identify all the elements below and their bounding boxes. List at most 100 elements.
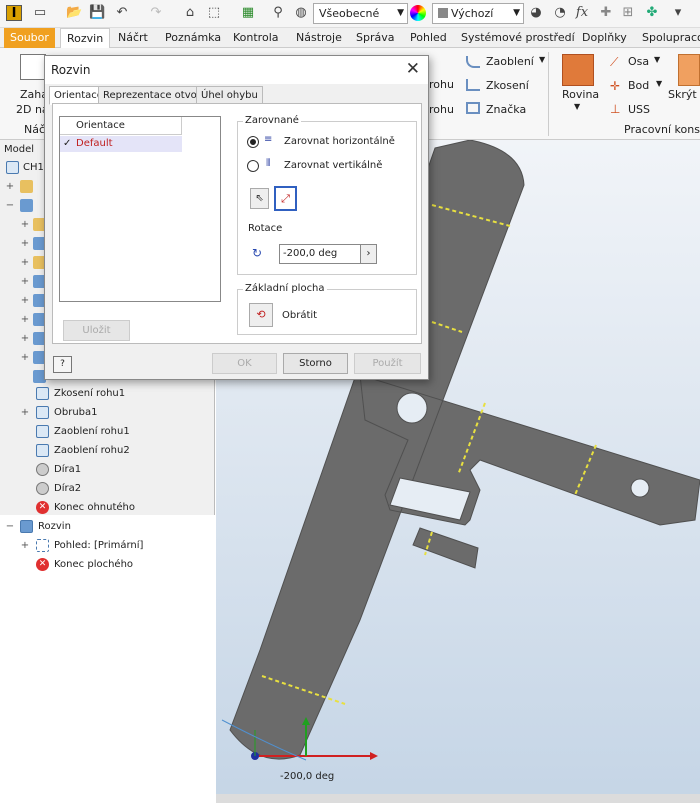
tab-bend-angle[interactable]: Úhel ohybu bbox=[196, 86, 263, 104]
cancel-button[interactable]: Storno bbox=[283, 353, 348, 374]
ribbon-partial-1[interactable]: rohu bbox=[429, 78, 454, 91]
tab-file[interactable]: Soubor bbox=[4, 28, 55, 48]
tab-collaborate[interactable]: Spolupracovat bbox=[636, 28, 700, 48]
point-icon[interactable]: ✛ bbox=[610, 79, 620, 93]
clear-appearance-icon[interactable]: ◔ bbox=[552, 5, 568, 21]
sketch-2d-icon[interactable] bbox=[20, 54, 46, 80]
rotation-input[interactable]: -200,0 deg › bbox=[279, 244, 377, 264]
collapse-icon[interactable]: − bbox=[5, 517, 15, 536]
ribbon-partial-2[interactable]: rohu bbox=[429, 103, 454, 116]
expand-icon[interactable]: + bbox=[20, 536, 30, 555]
orientation-list[interactable]: Orientace ✓ Default bbox=[59, 116, 221, 302]
align-vertical-radio[interactable] bbox=[247, 160, 259, 172]
axis-dropdown-icon[interactable]: ▼ bbox=[654, 55, 660, 64]
tab-inspect[interactable]: Kontrola bbox=[227, 28, 285, 48]
save-button[interactable]: Uložit bbox=[63, 320, 130, 341]
plane-icon[interactable] bbox=[562, 54, 594, 86]
material-ball-icon[interactable]: ◍ bbox=[293, 5, 309, 21]
expand-icon[interactable]: + bbox=[20, 329, 30, 348]
axis-button[interactable]: Osa bbox=[628, 55, 649, 68]
point-button[interactable]: Bod bbox=[628, 79, 649, 92]
select-edge-button[interactable]: ⇖ bbox=[250, 188, 269, 209]
mark-icon[interactable] bbox=[466, 102, 480, 114]
undo-icon[interactable]: ↶ bbox=[114, 5, 130, 21]
hide-icon[interactable] bbox=[678, 54, 700, 86]
expand-icon[interactable]: + bbox=[20, 291, 30, 310]
point-dropdown-icon[interactable]: ▼ bbox=[656, 79, 662, 88]
color-tool-icon[interactable]: ✤ bbox=[644, 5, 660, 21]
open-folder-icon[interactable]: 📂 bbox=[66, 5, 82, 21]
list-item[interactable]: Zkosení rohu1 bbox=[0, 384, 215, 403]
app-logo-icon[interactable]: I bbox=[6, 5, 22, 21]
tab-sketch[interactable]: Náčrt bbox=[112, 28, 154, 48]
chamfer-button[interactable]: Zkosení bbox=[486, 79, 529, 92]
tab-manage[interactable]: Správa bbox=[350, 28, 400, 48]
list-item[interactable]: ✕ Konec plochého bbox=[0, 555, 215, 574]
expand-icon[interactable]: + bbox=[20, 348, 30, 367]
expand-icon[interactable]: + bbox=[20, 234, 30, 253]
measure-icon[interactable]: ⚲ bbox=[270, 5, 286, 21]
chamfer-icon[interactable] bbox=[466, 79, 480, 91]
tab-annotate[interactable]: Poznámka bbox=[159, 28, 227, 48]
collapse-icon[interactable]: − bbox=[5, 196, 15, 215]
flange-feature-icon bbox=[36, 406, 49, 419]
add-icon[interactable]: ✚ bbox=[598, 5, 614, 21]
align-horizontal-icon: ≡ bbox=[264, 134, 273, 145]
list-item[interactable]: Zaoblení rohu1 bbox=[0, 422, 215, 441]
ucs-icon[interactable]: ⊥ bbox=[610, 102, 620, 116]
flip-direction-button[interactable]: ⤢ bbox=[274, 186, 297, 211]
fx-parameters-icon[interactable]: fx bbox=[574, 5, 590, 21]
new-file-icon[interactable]: ▭ bbox=[32, 5, 48, 21]
feature-label: Zaoblení rohu1 bbox=[54, 426, 130, 437]
close-icon[interactable]: ✕ bbox=[406, 59, 420, 79]
axis-icon[interactable]: ⟋ bbox=[610, 55, 618, 70]
list-item[interactable]: Zaoblení rohu2 bbox=[0, 441, 215, 460]
expand-icon[interactable]: + bbox=[20, 215, 30, 234]
list-item[interactable]: + Pohled: [Primární] bbox=[0, 536, 215, 555]
fillet-button[interactable]: Zaoblení bbox=[486, 55, 534, 68]
material-combo[interactable]: Výchozí ▼ bbox=[432, 3, 524, 24]
align-horizontal-radio[interactable] bbox=[247, 136, 259, 148]
rotation-arrow-icon[interactable]: › bbox=[360, 245, 376, 263]
redo-icon[interactable]: ↷ bbox=[148, 5, 164, 21]
tab-addins[interactable]: Doplňky bbox=[576, 28, 633, 48]
align-horizontal-label[interactable]: Zarovnat horizontálně bbox=[284, 136, 395, 147]
list-item[interactable]: + Obruba1 bbox=[0, 403, 215, 422]
align-vertical-label[interactable]: Zarovnat vertikálně bbox=[284, 160, 382, 171]
fillet-dropdown-icon[interactable]: ▼ bbox=[539, 55, 545, 64]
customize-icon[interactable]: ▾ bbox=[670, 5, 686, 21]
tab-view[interactable]: Pohled bbox=[404, 28, 453, 48]
expand-icon[interactable]: + bbox=[20, 253, 30, 272]
expand-icon[interactable]: + bbox=[20, 272, 30, 291]
list-item[interactable]: − Rozvin bbox=[0, 517, 215, 536]
appearance-combo[interactable]: Všeobecné ▼ bbox=[313, 3, 408, 24]
appearance-override-icon[interactable]: ◕ bbox=[528, 5, 544, 21]
help-button[interactable]: ? bbox=[53, 356, 72, 373]
tools-icon[interactable]: ⊞ bbox=[620, 5, 636, 21]
flip-base-face-button[interactable]: ⟲ bbox=[249, 303, 273, 327]
select-icon[interactable]: ⬚ bbox=[206, 5, 222, 21]
mark-button[interactable]: Značka bbox=[486, 103, 526, 116]
tab-environments[interactable]: Systémové prostředí bbox=[455, 28, 581, 48]
expand-icon[interactable]: + bbox=[20, 310, 30, 329]
plane-dropdown-icon[interactable]: ▼ bbox=[574, 102, 580, 111]
plane-button[interactable]: Rovina bbox=[562, 88, 599, 101]
save-icon[interactable]: 💾 bbox=[89, 5, 105, 21]
tab-tools[interactable]: Nástroje bbox=[290, 28, 348, 48]
color-wheel-icon[interactable] bbox=[410, 5, 426, 21]
ucs-button[interactable]: USS bbox=[628, 103, 650, 116]
list-item[interactable]: Díra1 bbox=[0, 460, 215, 479]
home-icon[interactable]: ⌂ bbox=[182, 5, 198, 21]
tab-flat-pattern[interactable]: Rozvin bbox=[60, 28, 111, 48]
flip-label: Obrátit bbox=[282, 310, 318, 321]
ribbon-tabs: Soubor Rozvin Náčrt Poznámka Kontrola Ná… bbox=[0, 28, 700, 48]
list-item[interactable]: ✓ Default bbox=[60, 136, 182, 152]
fillet-icon[interactable] bbox=[466, 56, 480, 68]
expand-icon[interactable]: + bbox=[5, 177, 15, 196]
apply-button[interactable]: Použít bbox=[354, 353, 421, 374]
expand-icon[interactable]: + bbox=[20, 403, 30, 422]
ok-button[interactable]: OK bbox=[212, 353, 277, 374]
list-item[interactable]: Díra2 bbox=[0, 479, 215, 498]
update-icon[interactable]: ▦ bbox=[240, 5, 256, 21]
hide-button[interactable]: Skrýt v bbox=[668, 88, 700, 101]
